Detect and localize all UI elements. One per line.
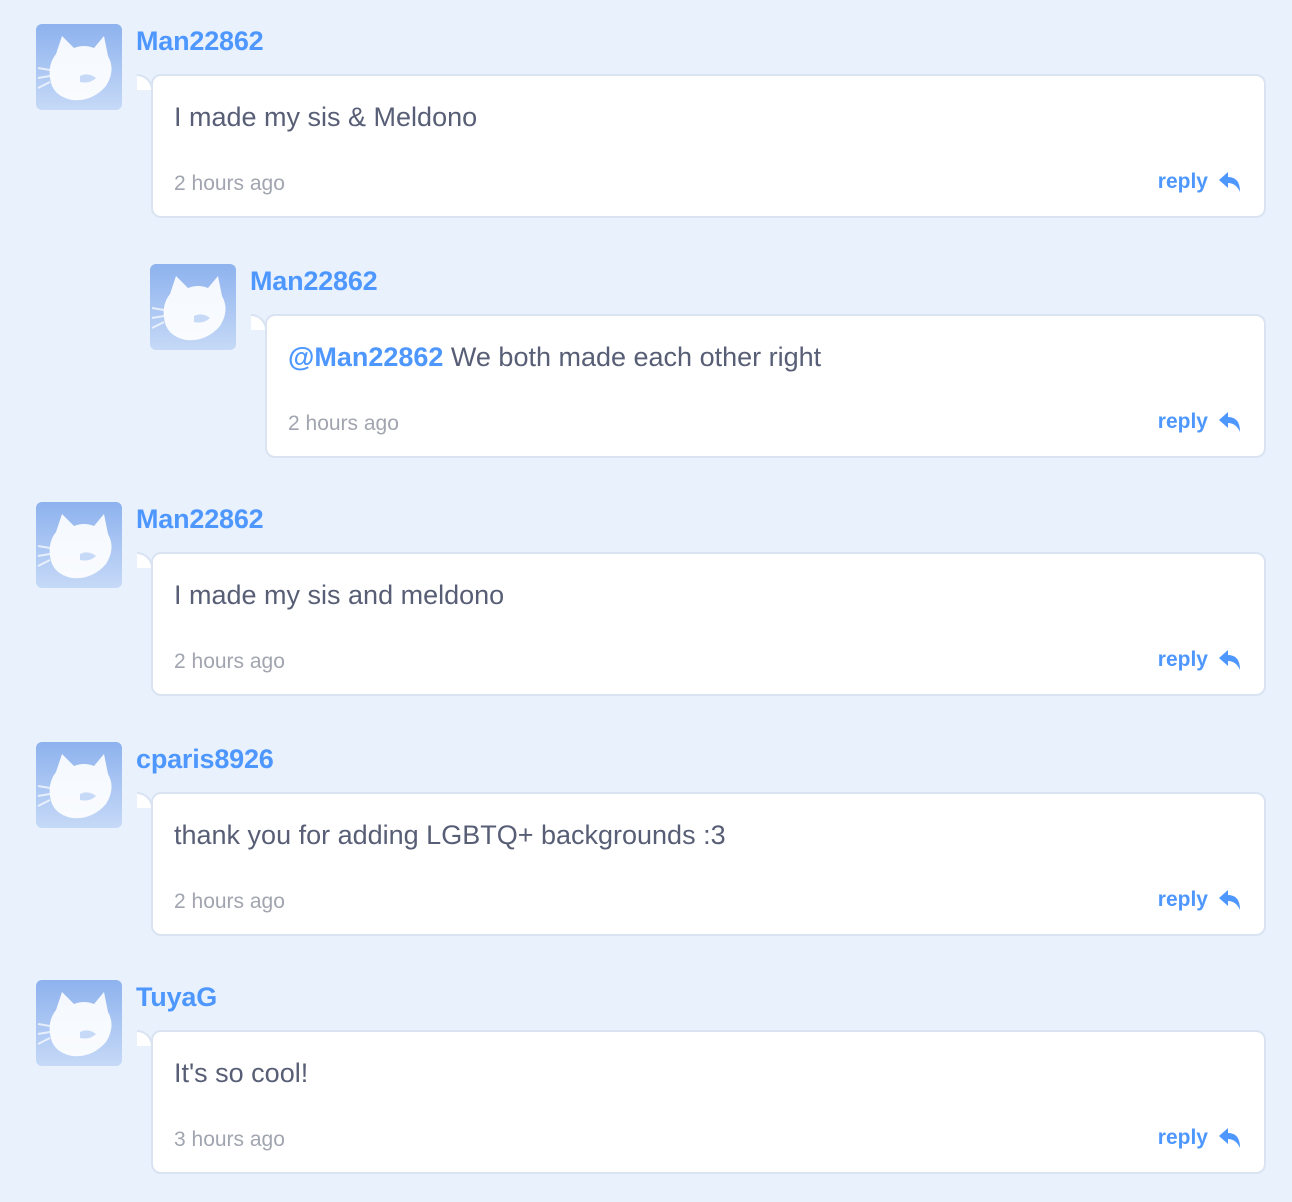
reply-label: reply xyxy=(1157,170,1208,193)
comment-timestamp: 2 hours ago xyxy=(174,650,285,673)
bubble-tail xyxy=(251,314,267,330)
comment: TuyaG It's so cool! 3 hours ago reply xyxy=(36,980,1266,1176)
default-cat-avatar-icon xyxy=(36,24,122,110)
comment: Man22862 I made my sis and meldono 2 hou… xyxy=(36,502,1266,698)
default-cat-avatar-icon xyxy=(150,264,236,350)
comment-username[interactable]: cparis8926 xyxy=(136,744,274,775)
user-mention-link[interactable]: @Man22862 xyxy=(288,342,443,372)
comment-username[interactable]: Man22862 xyxy=(250,266,378,297)
bubble-tail xyxy=(137,74,153,90)
comment-text-body: We both made each other right xyxy=(443,342,822,372)
comment-text: I made my sis & Meldono xyxy=(174,102,478,132)
default-cat-avatar-icon xyxy=(36,742,122,828)
reply-arrow-icon xyxy=(1218,889,1242,911)
reply-label: reply xyxy=(1157,648,1208,671)
comment-bubble: thank you for adding LGBTQ+ backgrounds … xyxy=(151,792,1266,936)
reply-comment: Man22862 @Man22862 We both made each oth… xyxy=(150,264,1266,460)
user-avatar[interactable] xyxy=(36,980,122,1066)
reply-label: reply xyxy=(1157,1126,1208,1149)
reply-button[interactable]: reply xyxy=(1158,888,1242,912)
reply-button[interactable]: reply xyxy=(1158,648,1242,672)
comments-thread: Man22862 I made my sis & Meldono 2 hours… xyxy=(0,0,1292,1202)
comment-bubble: I made my sis & Meldono 2 hours ago repl… xyxy=(151,74,1266,218)
user-avatar[interactable] xyxy=(150,264,236,350)
comment-bubble: @Man22862 We both made each other right … xyxy=(265,314,1266,458)
reply-label: reply xyxy=(1157,888,1208,911)
comment-text: I made my sis and meldono xyxy=(174,580,505,610)
comment-timestamp: 2 hours ago xyxy=(288,412,399,435)
comment-username[interactable]: Man22862 xyxy=(136,504,264,535)
user-avatar[interactable] xyxy=(36,742,122,828)
comment-username[interactable]: TuyaG xyxy=(136,982,217,1013)
reply-button[interactable]: reply xyxy=(1158,1126,1242,1150)
bubble-tail xyxy=(137,1030,153,1046)
reply-label: reply xyxy=(1157,410,1208,433)
comment-bubble: I made my sis and meldono 2 hours ago re… xyxy=(151,552,1266,696)
bubble-tail xyxy=(137,792,153,808)
reply-arrow-icon xyxy=(1218,649,1242,671)
reply-arrow-icon xyxy=(1218,1127,1242,1149)
user-avatar[interactable] xyxy=(36,502,122,588)
reply-button[interactable]: reply xyxy=(1158,410,1242,434)
comment-bubble: It's so cool! 3 hours ago reply xyxy=(151,1030,1266,1174)
reply-arrow-icon xyxy=(1218,411,1242,433)
comment: Man22862 I made my sis & Meldono 2 hours… xyxy=(36,24,1266,220)
comment-timestamp: 2 hours ago xyxy=(174,172,285,195)
default-cat-avatar-icon xyxy=(36,502,122,588)
comment-text: It's so cool! xyxy=(174,1058,309,1088)
default-cat-avatar-icon xyxy=(36,980,122,1066)
user-avatar[interactable] xyxy=(36,24,122,110)
comment-text: thank you for adding LGBTQ+ backgrounds … xyxy=(174,820,726,850)
reply-arrow-icon xyxy=(1218,171,1242,193)
comment: cparis8926 thank you for adding LGBTQ+ b… xyxy=(36,742,1266,938)
comment-timestamp: 3 hours ago xyxy=(174,1128,285,1151)
comment-text: @Man22862 We both made each other right xyxy=(288,342,821,373)
comment-username[interactable]: Man22862 xyxy=(136,26,264,57)
bubble-tail xyxy=(137,552,153,568)
reply-button[interactable]: reply xyxy=(1158,170,1242,194)
comment-timestamp: 2 hours ago xyxy=(174,890,285,913)
